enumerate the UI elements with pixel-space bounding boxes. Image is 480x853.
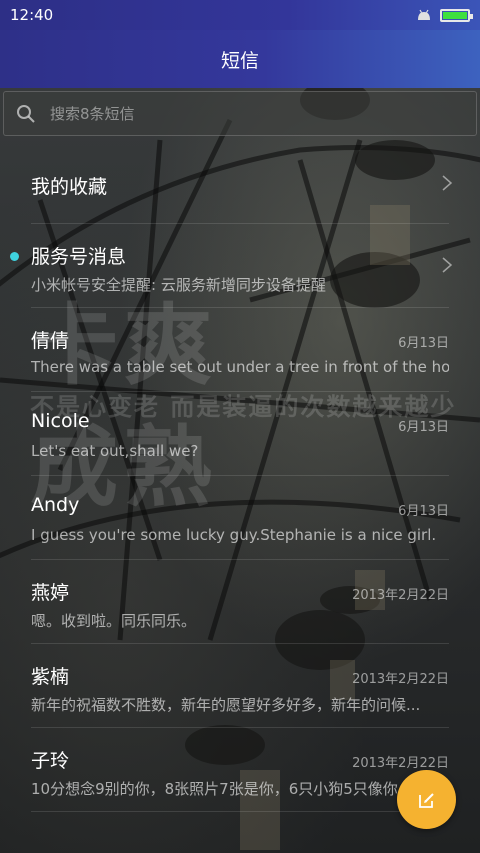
app-header: 短信 [0, 30, 480, 88]
message-preview: 10分想念9别的你，8张照片7张是你，6只小狗5只像你 [31, 780, 398, 798]
contact-name: Nicole [31, 410, 90, 432]
battery-level-fill [443, 11, 467, 19]
conversation-row[interactable]: 倩倩 6月13日 There was a table set out under… [31, 308, 449, 392]
service-messages-row[interactable]: 服务号消息 小米帐号安全提醒: 云服务新增同步设备提醒 [10, 224, 453, 308]
status-time: 12:40 [10, 6, 54, 24]
search-input-placeholder[interactable]: 搜索8条短信 [50, 103, 135, 124]
message-date: 6月13日 [398, 420, 449, 435]
android-icon [418, 9, 430, 20]
favorites-label: 我的收藏 [31, 176, 108, 198]
conversation-row[interactable]: Andy 6月13日 I guess you're some lucky guy… [31, 476, 449, 560]
message-preview: 新年的祝福数不胜数，新年的愿望好多好多，新年的问候... [31, 696, 421, 714]
contact-name: 紫楠 [31, 666, 70, 688]
contact-name: 燕婷 [31, 582, 70, 604]
message-preview: Let's eat out,shall we? [31, 442, 199, 460]
compose-button[interactable] [397, 770, 456, 829]
status-bar: 12:40 [0, 0, 480, 30]
message-date: 2013年2月22日 [352, 756, 449, 771]
conversation-row[interactable]: 燕婷 2013年2月22日 嗯。收到啦。同乐同乐。 [31, 560, 449, 644]
chevron-right-icon [442, 257, 453, 273]
battery-icon [440, 8, 473, 22]
contact-name: 子玲 [31, 750, 70, 772]
conversation-list: 我的收藏 服务号消息 小米帐号安全提醒: 云服务新增同步设备提醒 倩倩 6月13… [0, 140, 480, 812]
status-icons [416, 8, 473, 22]
contact-name: 倩倩 [31, 330, 70, 352]
conversation-row[interactable]: 紫楠 2013年2月22日 新年的祝福数不胜数，新年的愿望好多好多，新年的问候.… [31, 644, 449, 728]
message-preview: 嗯。收到啦。同乐同乐。 [31, 612, 197, 630]
unread-dot [10, 252, 19, 261]
service-preview: 小米帐号安全提醒: 云服务新增同步设备提醒 [31, 276, 326, 294]
message-date: 2013年2月22日 [352, 672, 449, 687]
compose-icon [418, 792, 434, 808]
search-icon [16, 104, 36, 124]
conversation-row[interactable]: Nicole 6月13日 Let's eat out,shall we? [31, 392, 449, 476]
conversation-row[interactable]: 子玲 2013年2月22日 10分想念9别的你，8张照片7张是你，6只小狗5只像… [31, 728, 449, 812]
message-preview: There was a table set out under a tree i… [31, 358, 449, 376]
page-title: 短信 [220, 49, 259, 72]
message-date: 2013年2月22日 [352, 588, 449, 603]
favorites-row[interactable]: 我的收藏 [31, 140, 453, 224]
message-date: 6月13日 [398, 504, 449, 519]
message-date: 6月13日 [398, 336, 449, 351]
message-preview: I guess you're some lucky guy.Stephanie … [31, 526, 437, 544]
contact-name: Andy [31, 494, 80, 516]
service-name: 服务号消息 [31, 246, 127, 268]
chevron-right-icon [442, 175, 453, 191]
search-bar[interactable]: 搜索8条短信 [3, 91, 477, 136]
